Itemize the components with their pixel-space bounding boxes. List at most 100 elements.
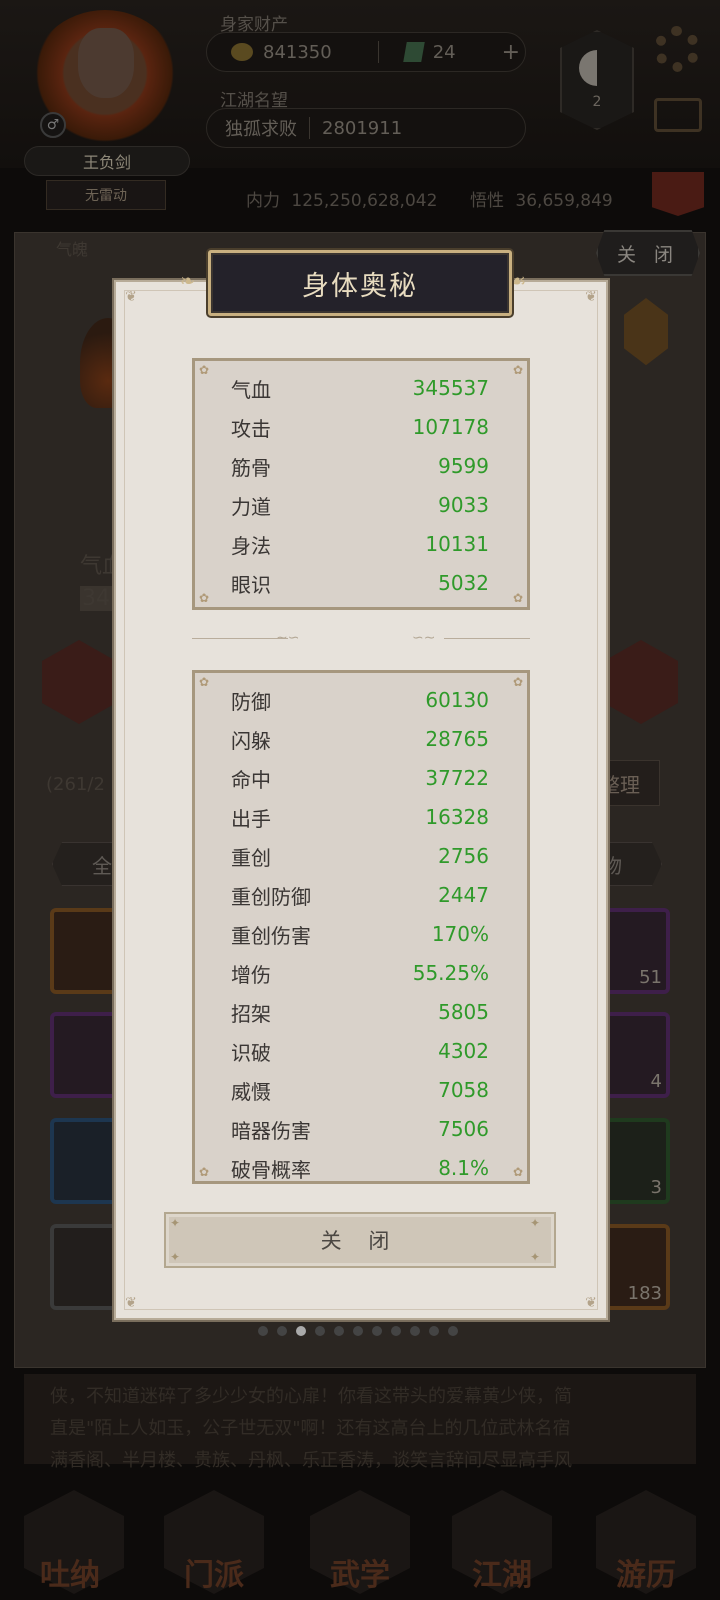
dialog-title: 身体奥秘 <box>302 270 418 302</box>
stat-value: 10131 <box>425 532 489 556</box>
fame-value: 2801911 <box>322 117 403 139</box>
stat-label: 身法 <box>231 533 271 558</box>
expand-tab[interactable] <box>652 172 704 216</box>
divider-line <box>192 638 288 646</box>
secondary-stats-panel[interactable]: ✿ ✿ ✿ ✿ 防御 60130 闪躲 28765 命中 37722 出手 16328 … <box>192 670 530 1184</box>
corner-ornament-icon: ✿ <box>512 363 524 377</box>
nav-label: 吐纳 <box>40 1558 100 1593</box>
neili-stat: 内力 125,250,628,042 <box>246 186 437 211</box>
screen: ♂ 王负剑 无雷动 身家财产 841350 24 + 江湖名望 独孤求败 280… <box>0 0 720 1600</box>
stat-value: 8.1% <box>438 1156 489 1180</box>
stat-value: 60130 <box>425 688 489 712</box>
stat-value: 7506 <box>438 1117 489 1141</box>
corner-ornament-icon: ❦ <box>125 289 137 305</box>
avatar-face <box>78 28 134 98</box>
stat-label: 重创防御 <box>231 884 311 909</box>
page-dot <box>334 1326 344 1336</box>
title-wing-ornament: ☙ <box>510 271 527 292</box>
jade-amount: 24 <box>432 41 456 63</box>
outer-close-button[interactable]: 关 闭 <box>596 230 700 276</box>
page-dot <box>315 1326 325 1336</box>
corner-ornament-icon: ✿ <box>512 1165 524 1179</box>
neili-label: 内力 <box>246 191 280 211</box>
stat-row: 暗器伤害 7506 <box>231 1114 489 1144</box>
stat-row: 命中 37722 <box>231 763 489 793</box>
currency-bar: 841350 24 + <box>206 32 526 72</box>
wuxing-value: 36,659,849 <box>515 191 613 211</box>
item-count: 3 <box>650 1177 662 1198</box>
stat-value: 107178 <box>412 415 489 439</box>
item-count: 51 <box>639 967 662 988</box>
divider <box>377 41 379 63</box>
nav-label: 门派 <box>184 1558 244 1593</box>
stat-label: 筋骨 <box>231 455 271 480</box>
close-button-label: 关 闭 <box>320 1229 400 1253</box>
stat-label: 重创伤害 <box>231 923 311 948</box>
divider-ornament-icon: ∼∽ <box>276 630 300 646</box>
player-name: 王负剑 <box>24 146 190 176</box>
item-count: 183 <box>627 1283 662 1304</box>
item-count: 4 <box>650 1071 662 1092</box>
stat-label: 威慑 <box>231 1079 271 1104</box>
mail-icon[interactable] <box>654 98 702 132</box>
wuxing-label: 悟性 <box>470 191 504 211</box>
corner-ornament-icon: ❦ <box>585 289 597 305</box>
stat-value: 2756 <box>438 844 489 868</box>
primary-stats-panel: ✿ ✿ ✿ ✿ 气血 345537 攻击 107178 筋骨 9599 力道 9033 … <box>192 358 530 610</box>
fame-bar: 独孤求败 2801911 <box>206 108 526 148</box>
stat-row: 重创 2756 <box>231 841 489 871</box>
stat-label: 识破 <box>231 1040 271 1065</box>
gear-icon[interactable] <box>654 26 700 72</box>
section-label: 气魄 <box>56 240 89 259</box>
gold-amount: 841350 <box>263 41 332 63</box>
page-dot <box>353 1326 363 1336</box>
stat-row: 眼识 5032 <box>231 568 489 598</box>
page-dot-active <box>296 1326 306 1336</box>
page-dot <box>391 1326 401 1336</box>
corner-ornament-icon: ✿ <box>512 675 524 689</box>
corner-ornament-icon: ✦ <box>170 1250 191 1264</box>
stat-label: 闪躲 <box>231 728 271 753</box>
page-dot <box>448 1326 458 1336</box>
stat-value: 37722 <box>425 766 489 790</box>
stat-label: 破骨概率 <box>231 1157 311 1182</box>
stat-row: 重创防御 2447 <box>231 880 489 910</box>
stat-value: 5032 <box>438 571 489 595</box>
close-button[interactable]: ✦ ✦ ✦ ✦ 关 闭 <box>164 1212 556 1268</box>
page-dot <box>258 1326 268 1336</box>
dialog-title-plate: 身体奥秘 <box>208 250 512 316</box>
nav-label: 游历 <box>616 1558 676 1593</box>
stat-value: 4302 <box>438 1039 489 1063</box>
page-dot <box>372 1326 382 1336</box>
corner-ornament-icon: ✿ <box>198 591 210 605</box>
gender-icon: ♂ <box>40 112 66 138</box>
page-dot <box>410 1326 420 1336</box>
corner-ornament-icon: ✦ <box>529 1250 550 1264</box>
corner-ornament-icon: ❦ <box>585 1295 597 1311</box>
wuxing-stat: 悟性 36,659,849 <box>470 186 613 211</box>
corner-ornament-icon: ✿ <box>198 675 210 689</box>
stat-row: 力道 9033 <box>231 490 489 520</box>
taiji-icon <box>579 50 615 86</box>
corner-ornament-icon: ✦ <box>529 1216 550 1230</box>
stat-row: 威慑 7058 <box>231 1075 489 1105</box>
stat-label: 力道 <box>231 494 271 519</box>
stat-label: 攻击 <box>231 416 271 441</box>
divider-line <box>444 638 530 646</box>
stat-row: 防御 60130 <box>231 685 489 715</box>
taiji-button[interactable]: 2 <box>560 30 634 130</box>
neili-value: 125,250,628,042 <box>291 191 438 211</box>
stat-label: 防御 <box>231 689 271 714</box>
plus-icon[interactable]: + <box>502 40 520 65</box>
stat-row: 气血 345537 <box>231 373 489 403</box>
corner-ornament-icon: ✿ <box>198 363 210 377</box>
stat-label: 重创 <box>231 845 271 870</box>
stat-label: 增伤 <box>231 962 271 987</box>
stat-row: 重创伤害 170% <box>231 919 489 949</box>
nav-label: 武学 <box>330 1558 390 1593</box>
stat-label: 气血 <box>231 377 271 402</box>
stat-value: 55.25% <box>412 961 489 985</box>
page-dot <box>429 1326 439 1336</box>
page-indicator <box>258 1326 458 1336</box>
stat-value: 170% <box>431 922 489 946</box>
